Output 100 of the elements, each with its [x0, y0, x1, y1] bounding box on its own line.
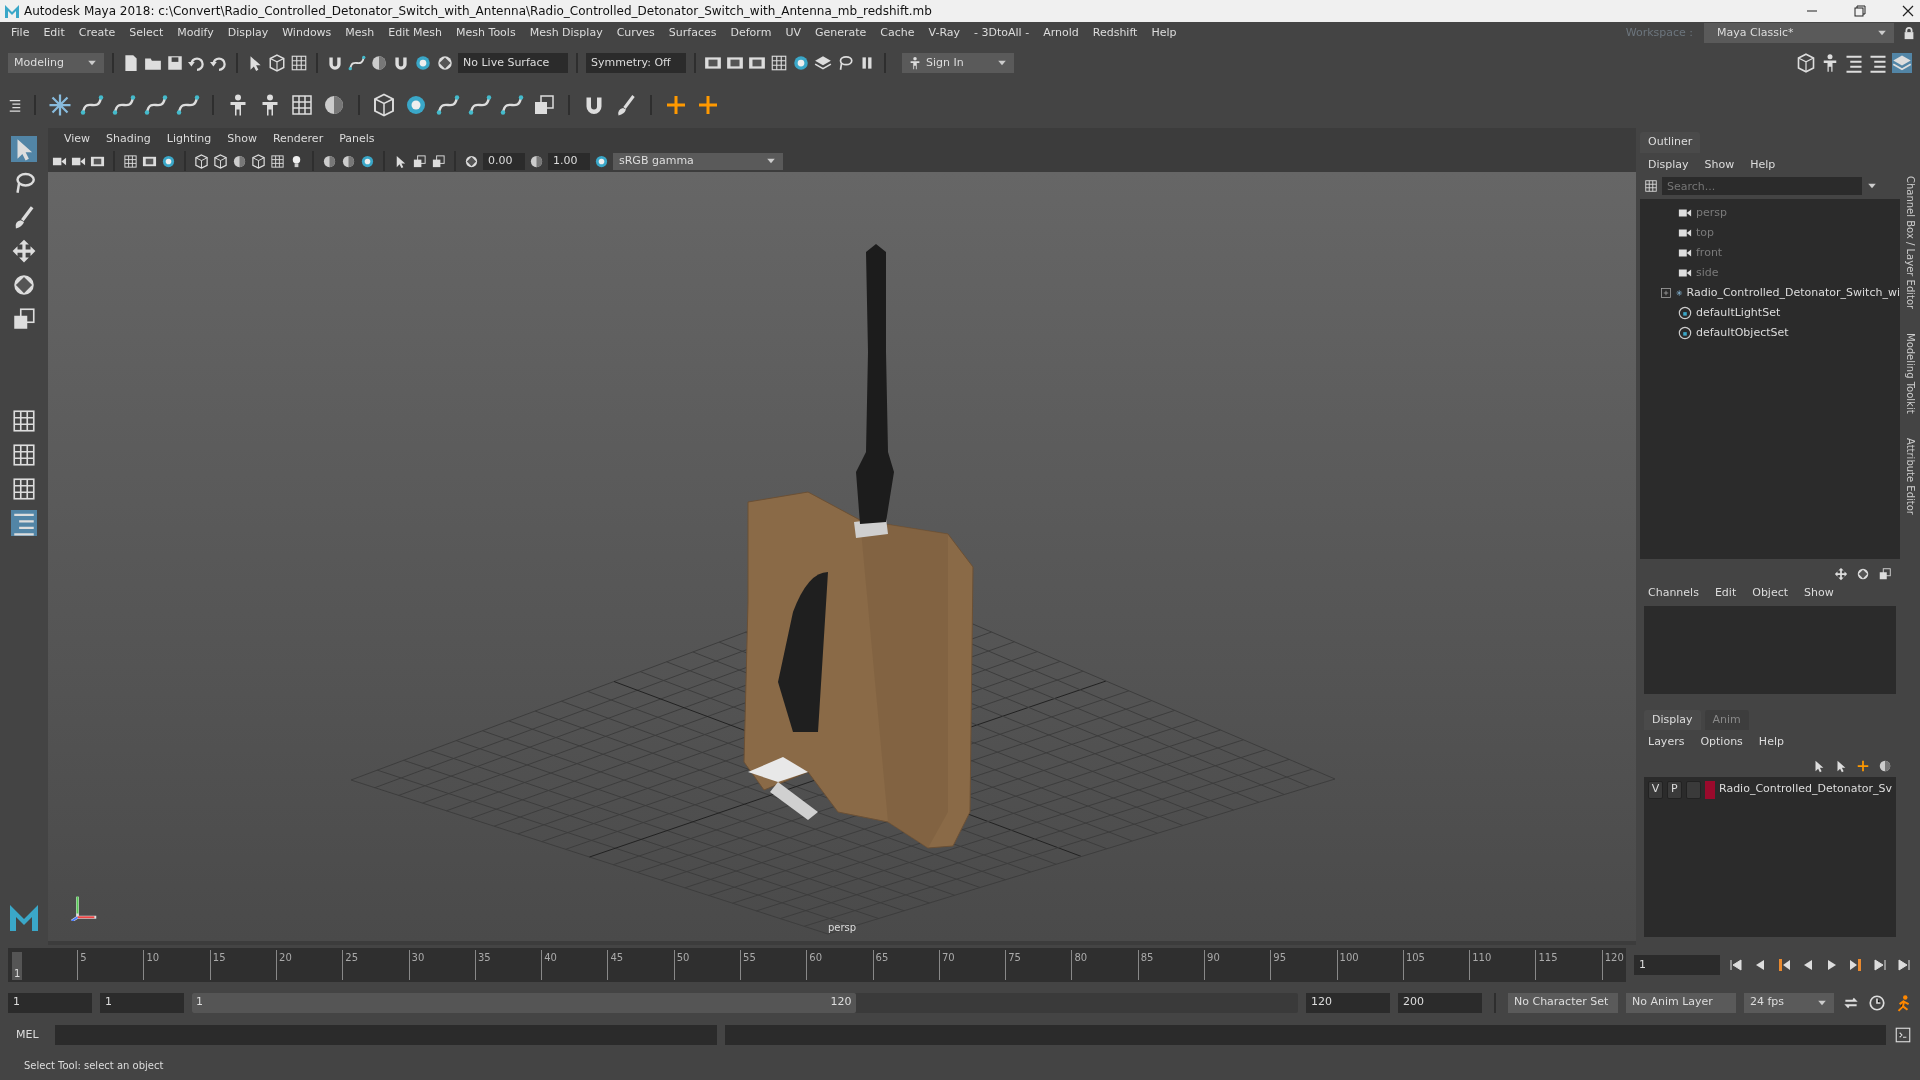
- start-time-field[interactable]: 1: [8, 992, 92, 1013]
- workspace-dropdown[interactable]: Maya Classic*: [1704, 23, 1894, 43]
- panel-menu-item[interactable]: Shading: [98, 130, 159, 148]
- frame-tick-label: 60: [806, 950, 823, 980]
- panel-menu-item[interactable]: Show: [219, 130, 265, 148]
- snap-curve-icon[interactable]: [348, 54, 366, 72]
- layer-menu-item[interactable]: Layers: [1648, 734, 1685, 751]
- command-input-field[interactable]: [54, 1025, 717, 1045]
- range-slider-fill[interactable]: 1 120: [192, 992, 856, 1013]
- playback-end-field[interactable]: 120: [1306, 992, 1390, 1013]
- menu-item[interactable]: Redshift: [1085, 24, 1145, 42]
- next-key-icon[interactable]: [1848, 957, 1864, 973]
- restore-icon[interactable]: [1852, 3, 1868, 19]
- menu-item[interactable]: Cache: [873, 24, 922, 42]
- menu-item[interactable]: Surfaces: [661, 24, 724, 42]
- menu-item[interactable]: Generate: [807, 24, 874, 42]
- menu-item[interactable]: Help: [1144, 24, 1184, 42]
- panel-menu-item[interactable]: Renderer: [264, 130, 332, 148]
- panel-menu-item[interactable]: Panels: [331, 130, 383, 148]
- bezier-curve-icon[interactable]: [176, 93, 200, 117]
- rotate-icon[interactable]: [11, 272, 37, 298]
- sign-in-button[interactable]: Sign In: [902, 53, 1014, 73]
- menu-item[interactable]: Deform: [723, 24, 779, 42]
- undo-icon[interactable]: [188, 54, 206, 72]
- menu-item[interactable]: V-Ray: [921, 24, 968, 42]
- snap-magnet-icon[interactable]: [326, 54, 344, 72]
- playback-start-field[interactable]: 1: [100, 992, 184, 1013]
- expand-icon[interactable]: [1660, 287, 1672, 299]
- live-surface-field[interactable]: No Live Surface: [458, 53, 568, 73]
- channel-box-menu-item[interactable]: Edit: [1714, 585, 1737, 602]
- color-space-dropdown[interactable]: sRGB gamma: [613, 152, 783, 170]
- go-to-start-icon[interactable]: [1728, 957, 1744, 973]
- side-panel-tab[interactable]: Modeling Toolkit: [1902, 333, 1918, 414]
- menu-item[interactable]: UV: [778, 24, 808, 42]
- channel-box-menu-item[interactable]: Channels: [1648, 585, 1699, 602]
- search-field[interactable]: Search...: [1662, 177, 1862, 195]
- outliner-menu-item[interactable]: Display: [1648, 156, 1689, 173]
- go-to-end-icon[interactable]: [1896, 957, 1912, 973]
- ep-curve-icon[interactable]: [112, 93, 136, 117]
- layer-menu-item[interactable]: Options: [1700, 734, 1743, 751]
- gamma-field[interactable]: 1.00: [548, 152, 590, 170]
- camera-label: persp: [828, 921, 857, 935]
- new-file-icon[interactable]: [122, 54, 140, 72]
- playback-toggle[interactable]: P: [1666, 780, 1682, 799]
- channel-box-menu-item[interactable]: Show: [1804, 585, 1834, 602]
- fps-dropdown[interactable]: 24 fps: [1744, 992, 1834, 1013]
- new-layer-icon[interactable]: [1856, 758, 1870, 773]
- panel-menu-item[interactable]: View: [56, 130, 99, 148]
- menu-item[interactable]: Mesh: [338, 24, 382, 42]
- outliner-item[interactable]: defaultObjectSet: [1696, 324, 1789, 342]
- reference-toggle[interactable]: [1685, 780, 1701, 799]
- exposure-field[interactable]: 0.00: [483, 152, 525, 170]
- current-frame-field[interactable]: 1: [1634, 955, 1720, 975]
- outliner-tab[interactable]: Outliner: [1640, 132, 1701, 153]
- pencil-curve-icon[interactable]: [144, 93, 168, 117]
- script-editor-icon[interactable]: [1894, 1026, 1912, 1044]
- end-time-field[interactable]: 200: [1398, 992, 1482, 1013]
- layer-menu-item[interactable]: Help: [1758, 734, 1784, 751]
- script-language-label[interactable]: MEL: [8, 1026, 47, 1044]
- menu-item[interactable]: Edit: [36, 24, 72, 42]
- outliner-item[interactable]: defaultLightSet: [1696, 304, 1781, 322]
- menu-item[interactable]: Select: [122, 24, 171, 42]
- channel-box-menu-item[interactable]: Object: [1752, 585, 1789, 602]
- menu-item[interactable]: Curves: [609, 24, 662, 42]
- outliner-item[interactable]: Radio_Controlled_Detonator_Switch_wi: [1686, 284, 1900, 302]
- close-icon[interactable]: [1900, 3, 1916, 19]
- layer-color-swatch[interactable]: [1704, 780, 1715, 799]
- step-forward-icon[interactable]: [1872, 957, 1888, 973]
- menu-item[interactable]: Create: [71, 24, 123, 42]
- menu-item[interactable]: Mesh Display: [522, 24, 610, 42]
- symmetry-field[interactable]: Symmetry: Off: [586, 53, 686, 73]
- mode-dropdown[interactable]: Modeling: [8, 53, 104, 73]
- star-icon[interactable]: [48, 93, 72, 117]
- character-set-dropdown[interactable]: No Character Set: [1508, 992, 1618, 1013]
- side-panel-tab[interactable]: Channel Box / Layer Editor: [1902, 176, 1918, 310]
- shelf-menu-icon[interactable]: [8, 98, 22, 112]
- menu-item[interactable]: Edit Mesh: [381, 24, 450, 42]
- wireframe-cube-icon[interactable]: [194, 153, 209, 169]
- panel-menu-item[interactable]: Lighting: [158, 130, 220, 148]
- layer-editor-tab[interactable]: Display: [1644, 709, 1701, 730]
- outliner-menu-item[interactable]: Show: [1704, 156, 1735, 173]
- lock-icon[interactable]: [1902, 26, 1916, 40]
- side-panel-tab[interactable]: Attribute Editor: [1902, 437, 1918, 515]
- visibility-toggle[interactable]: V: [1648, 780, 1663, 799]
- time-slider-handle[interactable]: 1: [12, 952, 23, 980]
- menu-item[interactable]: Modify: [170, 24, 221, 42]
- menu-item[interactable]: Display: [220, 24, 276, 42]
- previous-key-icon[interactable]: [1776, 957, 1792, 973]
- menu-item[interactable]: Arnold: [1036, 24, 1086, 42]
- move-arrows-icon[interactable]: [11, 238, 37, 264]
- curve-icon[interactable]: [80, 93, 104, 117]
- scale-squares-icon[interactable]: [11, 306, 37, 332]
- frame-tick-label: 20: [276, 950, 292, 980]
- menu-item[interactable]: Windows: [275, 24, 339, 42]
- menu-item[interactable]: File: [4, 24, 37, 42]
- menu-item[interactable]: - 3DtoAll -: [967, 24, 1037, 42]
- anim-layer-dropdown[interactable]: No Anim Layer: [1626, 992, 1736, 1013]
- menu-item[interactable]: Mesh Tools: [449, 24, 523, 42]
- outliner-menu-item[interactable]: Help: [1750, 156, 1776, 173]
- cross-icon[interactable]: [664, 93, 688, 117]
